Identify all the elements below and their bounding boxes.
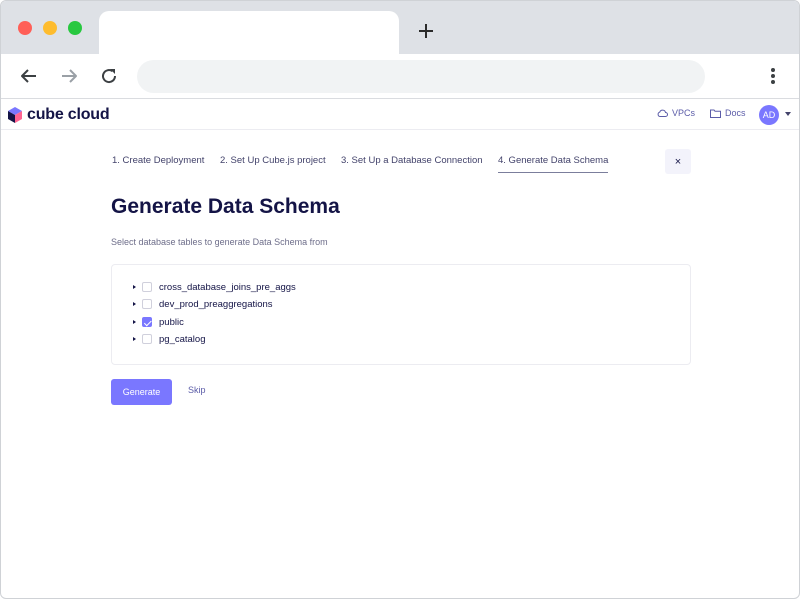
expand-caret-icon[interactable] [133, 302, 136, 306]
generate-button[interactable]: Generate [111, 379, 172, 405]
kebab-menu-icon [771, 68, 775, 84]
plus-icon [419, 24, 433, 38]
vpcs-label: VPCs [672, 108, 696, 118]
logo-text: cube cloud [27, 106, 110, 123]
cube-cloud-logo[interactable]: cube cloud [8, 106, 110, 124]
browser-menu-button[interactable] [761, 64, 785, 88]
vpcs-link[interactable]: VPCs [657, 108, 695, 118]
docs-label: Docs [725, 108, 746, 118]
folder-icon [710, 109, 721, 118]
tree-row[interactable]: dev_prod_preaggregations [133, 297, 273, 311]
browser-tab[interactable] [99, 11, 399, 54]
close-window-button[interactable] [18, 21, 32, 35]
chevron-down-icon[interactable] [785, 112, 791, 116]
tree-row[interactable]: public [133, 315, 184, 329]
reload-icon [102, 69, 117, 84]
step-set-up-project[interactable]: 2. Set Up Cube.js project [220, 155, 326, 173]
step-create-deployment[interactable]: 1. Create Deployment [112, 155, 204, 173]
schema-label: dev_prod_preaggregations [159, 298, 273, 310]
tab-strip [1, 1, 799, 54]
step-database-connection[interactable]: 3. Set Up a Database Connection [341, 155, 483, 173]
schema-label: pg_catalog [159, 333, 206, 345]
schema-checkbox[interactable] [142, 282, 152, 292]
cube-logo-icon [8, 107, 22, 123]
close-icon: × [674, 155, 682, 168]
page-title: Generate Data Schema [111, 195, 340, 218]
reload-button[interactable] [97, 64, 121, 88]
back-arrow-icon [21, 69, 36, 83]
tree-row[interactable]: pg_catalog [133, 332, 205, 346]
address-bar[interactable] [137, 60, 705, 93]
schema-checkbox-checked[interactable] [142, 317, 152, 327]
new-tab-button[interactable] [413, 18, 439, 44]
schema-tree: cross_database_joins_pre_aggs dev_prod_p… [111, 264, 691, 365]
skip-button[interactable]: Skip [188, 385, 206, 395]
browser-window: cube cloud VPCs Docs AD 1. Create Deploy… [0, 0, 800, 599]
expand-caret-icon[interactable] [133, 285, 136, 289]
minimize-window-button[interactable] [43, 21, 57, 35]
page-subtitle: Select database tables to generate Data … [111, 237, 328, 247]
user-avatar[interactable]: AD [759, 105, 779, 125]
expand-caret-icon[interactable] [133, 320, 136, 324]
forward-arrow-icon [62, 69, 77, 83]
close-wizard-button[interactable]: × [665, 149, 691, 174]
browser-toolbar [1, 54, 799, 99]
tree-row[interactable]: cross_database_joins_pre_aggs [133, 280, 296, 294]
schema-label: public [159, 316, 184, 328]
back-button[interactable] [17, 64, 41, 88]
maximize-window-button[interactable] [68, 21, 82, 35]
expand-caret-icon[interactable] [133, 337, 136, 341]
schema-label: cross_database_joins_pre_aggs [159, 281, 296, 293]
app-header: cube cloud VPCs Docs AD [1, 100, 799, 130]
step-generate-schema[interactable]: 4. Generate Data Schema [498, 155, 609, 173]
forward-button[interactable] [57, 64, 81, 88]
schema-checkbox[interactable] [142, 334, 152, 344]
schema-checkbox[interactable] [142, 299, 152, 309]
cloud-icon [657, 109, 668, 117]
docs-link[interactable]: Docs [710, 108, 746, 118]
